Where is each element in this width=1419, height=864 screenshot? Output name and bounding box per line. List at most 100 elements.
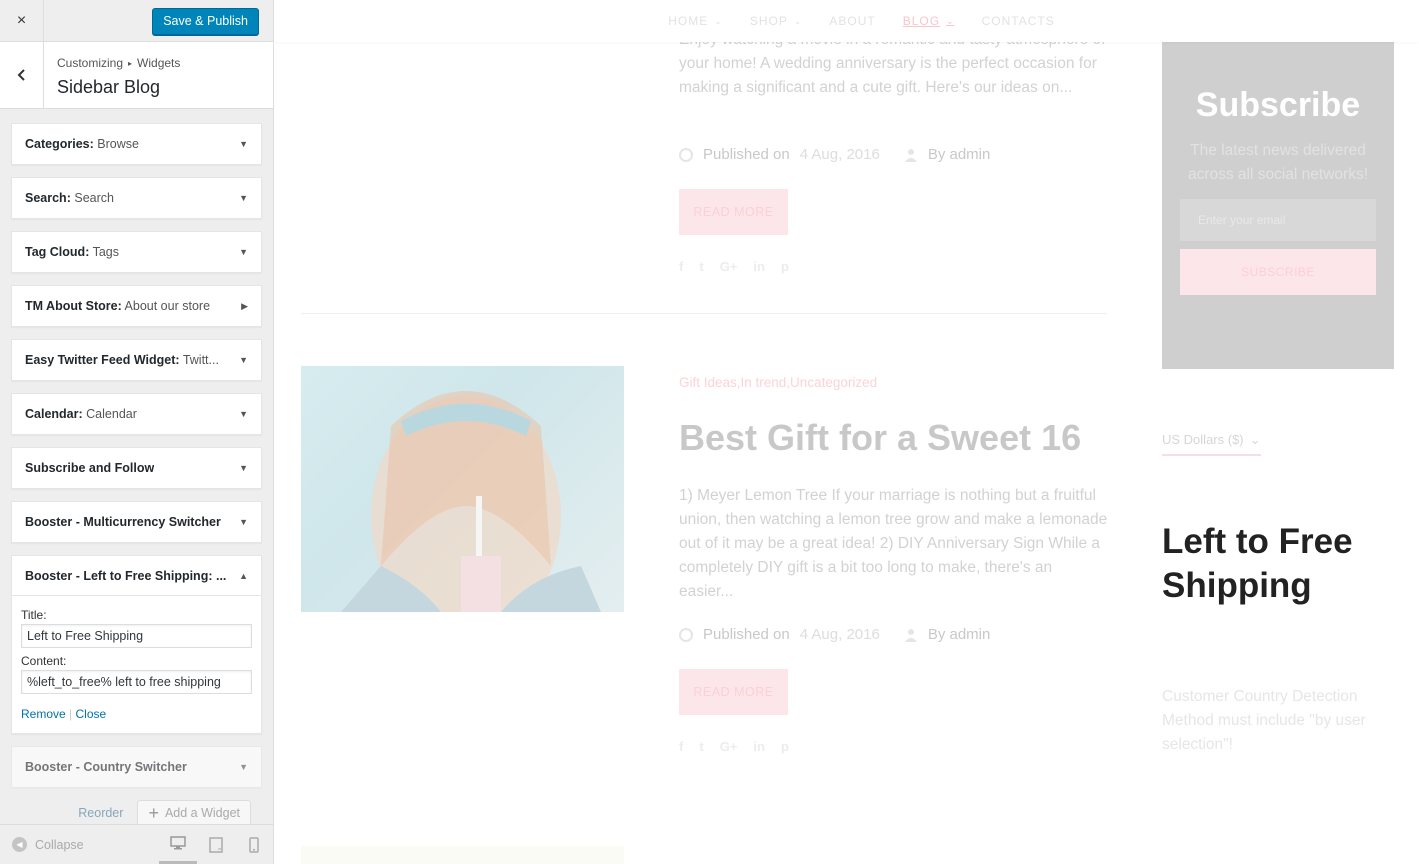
linkedin-icon[interactable]: in <box>753 739 765 754</box>
read-more-button[interactable]: READ MORE <box>679 669 788 715</box>
currency-label: US Dollars ($) <box>1162 432 1244 447</box>
expand-arrow-icon[interactable]: ▼ <box>239 463 248 473</box>
widget-actions: Remove | Close <box>21 707 252 721</box>
widget-categories[interactable]: Categories: Browse ▼ <box>11 123 262 165</box>
post-title[interactable]: Best Gift for a Sweet 16 <box>679 417 1081 459</box>
facebook-icon[interactable]: f <box>679 739 683 754</box>
widget-name: Categories <box>25 137 90 151</box>
widget-name: Tag Cloud <box>25 245 86 259</box>
expand-arrow-icon[interactable]: ▼ <box>239 193 248 203</box>
widget-form: Title: Content: Remove | Close <box>12 596 261 733</box>
content-field[interactable] <box>21 670 252 694</box>
main-nav: HOME ⌄ SHOP ⌄ ABOUT BLOG ⌄ CONTACTS <box>274 0 1419 42</box>
post-author[interactable]: By admin <box>928 146 991 163</box>
breadcrumb-customizing: Customizing <box>57 56 124 70</box>
subscribe-button[interactable]: SUBSCRIBE <box>1180 249 1376 295</box>
pinterest-icon[interactable]: p <box>781 739 789 754</box>
clock-icon <box>679 627 693 642</box>
widget-name: Search <box>25 191 67 205</box>
expand-arrow-icon[interactable]: ▼ <box>239 517 248 527</box>
widget-tag-cloud[interactable]: Tag Cloud: Tags ▼ <box>11 231 262 273</box>
widget-subtitle: Calendar <box>86 407 137 421</box>
breadcrumb-widgets: Widgets <box>137 56 181 70</box>
post-date[interactable]: 4 Aug, 2016 <box>800 146 880 163</box>
section-header: Customizing ▸ Widgets Sidebar Blog <box>0 42 273 109</box>
breadcrumb: Customizing ▸ Widgets <box>57 56 180 70</box>
widget-name: Easy Twitter Feed Widget <box>25 353 176 367</box>
nav-home[interactable]: HOME ⌄ <box>668 14 723 28</box>
subscribe-text: The latest news delivered across all soc… <box>1187 142 1369 183</box>
add-widget-button[interactable]: + Add a Widget <box>137 800 251 826</box>
breadcrumb-separator-icon: ▸ <box>128 58 133 68</box>
title-field[interactable] <box>21 624 252 648</box>
content-label: Content: <box>21 654 67 668</box>
collapse-icon: ◀ <box>12 837 27 852</box>
widget-subscribe-follow[interactable]: Subscribe and Follow ▼ <box>11 447 262 489</box>
expand-arrow-icon[interactable]: ▶ <box>241 301 248 312</box>
title-label: Title: <box>21 608 47 622</box>
twitter-icon[interactable]: t <box>699 259 703 274</box>
widget-name: Booster - Multicurrency Switcher <box>25 515 221 529</box>
device-preview-switcher <box>159 825 273 864</box>
subscribe-widget: Subscribe The latest news delivered acro… <box>1162 42 1394 369</box>
nav-contacts[interactable]: CONTACTS <box>982 14 1055 28</box>
collapse-label: Collapse <box>35 837 84 852</box>
expand-arrow-icon[interactable]: ▼ <box>239 247 248 257</box>
expand-arrow-icon[interactable]: ▼ <box>239 762 248 772</box>
google-plus-icon[interactable]: G+ <box>720 259 738 274</box>
published-label: Published on <box>703 146 790 163</box>
tablet-preview-icon[interactable] <box>197 825 235 864</box>
free-shipping-content: Customer Country Detection Method must i… <box>1162 688 1366 753</box>
pinterest-icon[interactable]: p <box>781 259 789 274</box>
plus-icon: + <box>148 803 159 823</box>
expand-arrow-icon[interactable]: ▼ <box>239 409 248 419</box>
expand-arrow-icon[interactable]: ▼ <box>239 355 248 365</box>
subscribe-title: Subscribe <box>1195 86 1361 124</box>
twitter-icon[interactable]: t <box>699 739 703 754</box>
collapse-arrow-icon[interactable]: ▲ <box>239 571 248 581</box>
post-date[interactable]: 4 Aug, 2016 <box>800 626 880 643</box>
widget-subtitle: About our store <box>124 299 211 313</box>
expand-arrow-icon[interactable]: ▼ <box>239 139 248 149</box>
chevron-down-icon: ⌄ <box>946 15 955 26</box>
facebook-icon[interactable]: f <box>679 259 683 274</box>
nav-blog[interactable]: BLOG ⌄ <box>903 14 955 28</box>
nav-about[interactable]: ABOUT <box>829 14 875 28</box>
post-image[interactable] <box>301 366 624 612</box>
widget-country-switcher[interactable]: Booster - Country Switcher ▼ <box>11 746 262 788</box>
close-link[interactable]: Close <box>76 707 107 721</box>
widget-name: Booster - Left to Free Shipping: ... <box>25 568 227 583</box>
reorder-link[interactable]: Reorder <box>78 806 123 820</box>
next-post-image[interactable] <box>301 846 624 864</box>
nav-shop[interactable]: SHOP ⌄ <box>750 14 803 28</box>
widget-twitter-feed[interactable]: Easy Twitter Feed Widget: Twitt... ▼ <box>11 339 262 381</box>
post-author[interactable]: By admin <box>928 626 991 643</box>
action-separator: | <box>69 707 73 721</box>
back-arrow-icon[interactable] <box>0 42 44 108</box>
post-categories[interactable]: Gift Ideas,In trend,Uncategorized <box>679 375 877 390</box>
user-icon <box>904 148 917 162</box>
social-share: f t G+ in p <box>679 739 789 754</box>
email-field[interactable]: Enter your email <box>1180 199 1376 241</box>
google-plus-icon[interactable]: G+ <box>720 739 738 754</box>
widget-calendar[interactable]: Calendar: Calendar ▼ <box>11 393 262 435</box>
widget-search[interactable]: Search: Search ▼ <box>11 177 262 219</box>
remove-link[interactable]: Remove <box>21 707 66 721</box>
chevron-down-icon: ⌄ <box>1249 432 1261 447</box>
widget-multicurrency-switcher[interactable]: Booster - Multicurrency Switcher ▼ <box>11 501 262 543</box>
read-more-button[interactable]: READ MORE <box>679 189 788 235</box>
widget-left-to-free-shipping[interactable]: Booster - Left to Free Shipping: ... ▲ Ti… <box>11 555 262 734</box>
post-meta: Published on 4 Aug, 2016 By admin <box>679 146 990 163</box>
post-divider <box>301 313 1107 314</box>
linkedin-icon[interactable]: in <box>753 259 765 274</box>
widget-subtitle: Tags <box>92 245 120 259</box>
collapse-button[interactable]: ◀ Collapse <box>12 837 84 852</box>
mobile-preview-icon[interactable] <box>235 825 273 864</box>
currency-switcher[interactable]: US Dollars ($) ⌄ <box>1162 432 1261 456</box>
close-icon[interactable]: × <box>0 0 44 42</box>
widget-about-store[interactable]: TM About Store: About our store ▶ <box>11 285 262 327</box>
desktop-preview-icon[interactable] <box>159 825 197 864</box>
save-publish-button[interactable]: Save & Publish <box>152 8 259 35</box>
widget-footer: Reorder + Add a Widget <box>11 800 262 826</box>
widget-name: Booster - Country Switcher <box>25 760 187 774</box>
